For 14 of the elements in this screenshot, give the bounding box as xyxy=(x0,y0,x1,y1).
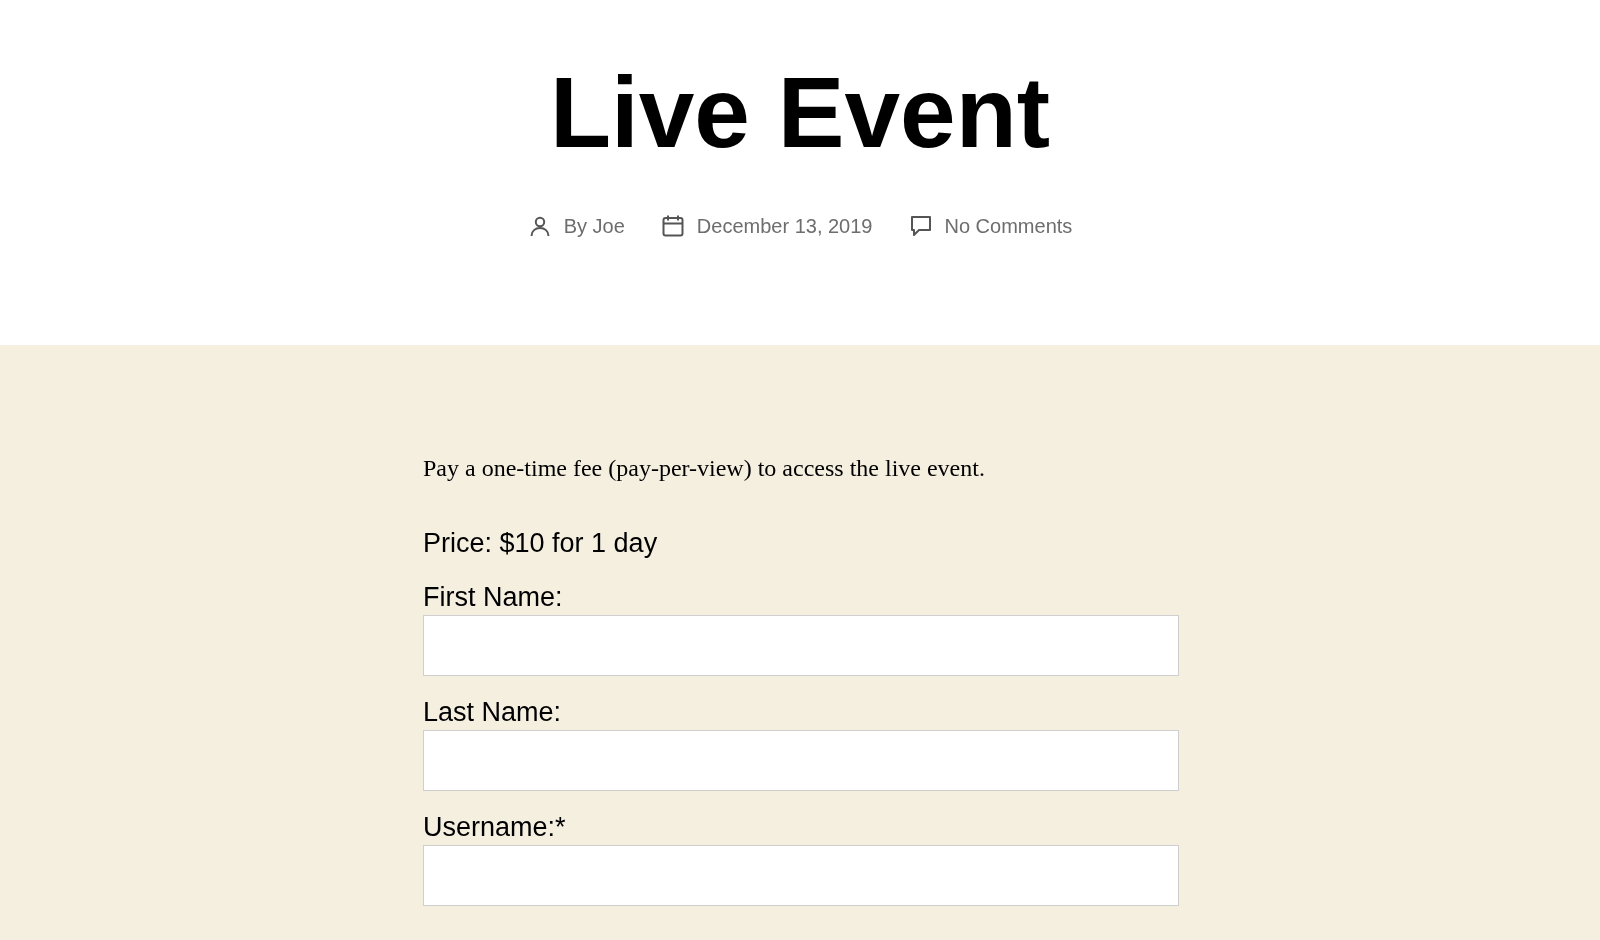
input-field[interactable] xyxy=(423,730,1179,791)
meta-link[interactable]: December 13, 2019 xyxy=(696,214,873,238)
input-field[interactable] xyxy=(423,845,1179,906)
input-field[interactable] xyxy=(423,615,1179,676)
meta-link[interactable]: No Comments xyxy=(944,214,1073,238)
intro-text: Pay a one-time fee (pay-per-view) to access the live event. xyxy=(423,455,986,482)
field-label: Username:* xyxy=(423,811,566,844)
calendar-icon xyxy=(660,214,685,238)
post-title: Live Event xyxy=(549,55,1051,170)
comment-icon xyxy=(908,214,933,238)
price-text: Price: $10 for 1 day xyxy=(423,528,659,559)
field-label: Last Name: xyxy=(423,696,562,729)
meta-link[interactable]: By Joe xyxy=(563,214,625,238)
field-label: First Name: xyxy=(423,581,563,614)
